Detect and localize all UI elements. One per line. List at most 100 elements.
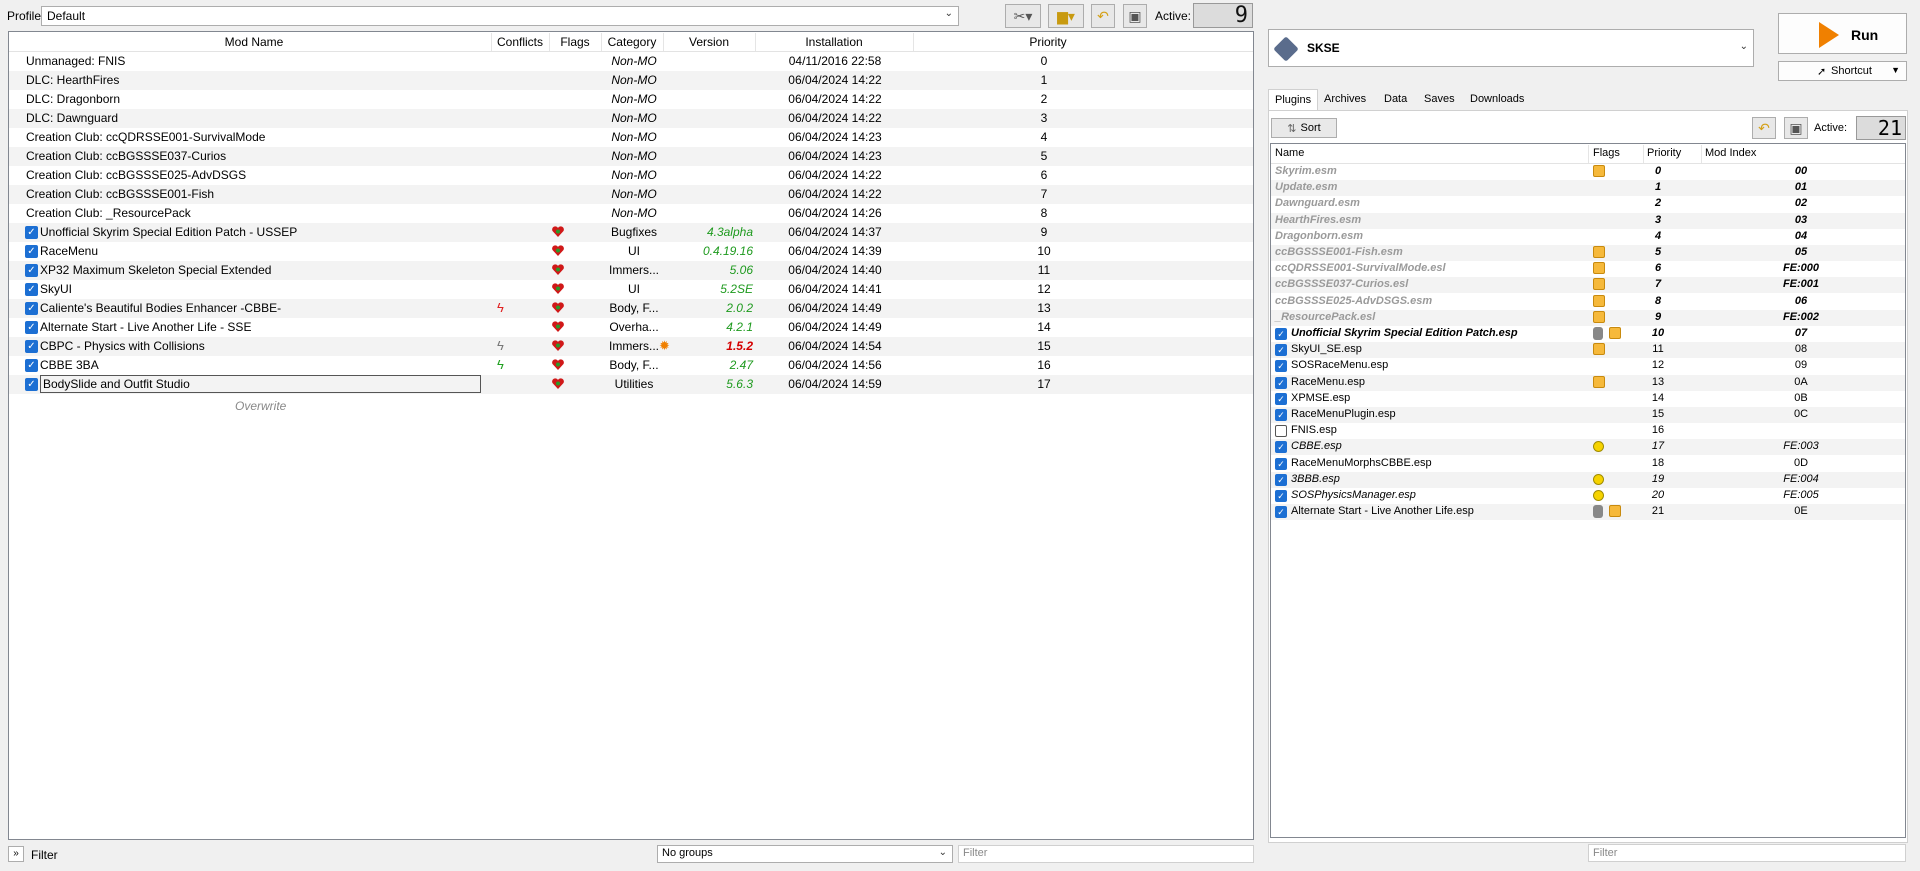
plugin-enabled-checkbox[interactable]: ✓ — [1275, 376, 1287, 389]
plugin-list[interactable]: Name Flags Priority Mod Index Skyrim.esm… — [1270, 143, 1906, 838]
tab-downloads[interactable]: Downloads — [1464, 89, 1530, 111]
plugin-row[interactable]: ✓ SOSRaceMenu.esp 12 09 — [1271, 358, 1905, 374]
plugin-enabled-checkbox[interactable] — [1275, 425, 1287, 438]
mod-installation-date: 04/11/2016 22:58 — [788, 54, 882, 68]
plugin-row[interactable]: ✓ CBBE.esp 17 FE:003 — [1271, 439, 1905, 456]
plugin-name: Dragonborn.esm — [1275, 229, 1364, 242]
table-row[interactable]: Creation Club: ccQDRSSE001-SurvivalMode N… — [9, 128, 1253, 147]
open-folder-button[interactable]: ▆▾ — [1048, 4, 1084, 28]
plugin-enabled-checkbox[interactable]: ✓ — [1275, 490, 1287, 502]
plugin-row[interactable]: ccBGSSSE025-AdvDSGS.esm 8 06 — [1271, 294, 1905, 310]
plugin-row[interactable]: ✓ RaceMenuPlugin.esp 15 0C — [1271, 407, 1905, 423]
overwrite-row[interactable]: Overwrite — [235, 399, 286, 413]
table-row[interactable]: Creation Club: ccBGSSSE037-Curios Non-MO 0… — [9, 147, 1253, 166]
mod-priority: 0 — [1040, 54, 1048, 68]
table-row[interactable]: Creation Club: _ResourcePack Non-MO 06/04/… — [9, 204, 1253, 223]
mod-enabled-checkbox[interactable]: ✓ — [25, 226, 38, 239]
table-row[interactable]: DLC: Dawnguard Non-MO 06/04/2024 14:22 3 — [9, 109, 1253, 128]
plugin-enabled-checkbox[interactable]: ✓ — [1275, 457, 1287, 470]
plugin-row[interactable]: Skyrim.esm 0 00 — [1271, 164, 1905, 180]
plugin-enabled-checkbox[interactable]: ✓ — [1275, 506, 1287, 519]
tab-saves[interactable]: Saves — [1418, 89, 1461, 111]
plugin-row[interactable]: _ResourcePack.esl 9 FE:002 — [1271, 309, 1905, 326]
plugin-row[interactable]: ✓ Alternate Start - Live Another Life.esp… — [1271, 504, 1905, 521]
table-row[interactable]: ✓ CBBE 3BA ϟ Body, F... 2.47 06/04/2024 14:56… — [9, 356, 1253, 375]
header-flags[interactable]: Flags — [549, 35, 601, 49]
mod-enabled-checkbox[interactable]: ✓ — [25, 321, 38, 334]
header-mod-index[interactable]: Mod Index — [1705, 147, 1756, 159]
run-button[interactable]: Run — [1778, 13, 1907, 54]
header-installation[interactable]: Installation — [755, 35, 913, 49]
plugin-row[interactable]: Update.esm 1 01 — [1271, 180, 1905, 197]
table-row[interactable]: Creation Club: ccBGSSSE025-AdvDSGS Non-MO… — [9, 166, 1253, 185]
header-mod-name[interactable]: Mod Name — [17, 35, 491, 49]
header-version[interactable]: Version — [663, 35, 755, 49]
mod-enabled-checkbox[interactable]: ✓ — [25, 340, 38, 353]
table-row[interactable]: Creation Club: ccBGSSSE001-Fish Non-MO 06/… — [9, 185, 1253, 204]
table-row[interactable]: DLC: HearthFires Non-MO 06/04/2024 14:22 1 — [9, 71, 1253, 90]
table-row[interactable]: ✓ Caliente's Beautiful Bodies Enhancer -C… — [9, 299, 1253, 318]
header-priority[interactable]: Priority — [913, 35, 1183, 49]
plugin-enabled-checkbox[interactable]: ✓ — [1275, 360, 1287, 373]
mod-enabled-checkbox[interactable]: ✓ — [25, 245, 38, 258]
tools-button[interactable]: ✂▾ — [1005, 4, 1041, 28]
restore-backup-button[interactable]: ↶ — [1091, 4, 1115, 28]
plugin-row[interactable]: ✓ SOSPhysicsManager.esp 20 FE:005 — [1271, 488, 1905, 504]
plugin-enabled-checkbox[interactable]: ✓ — [1275, 392, 1287, 405]
plugin-row[interactable]: ✓ XPMSE.esp 14 0B — [1271, 391, 1905, 407]
plugin-enabled-checkbox[interactable]: ✓ — [1275, 344, 1287, 357]
header-category[interactable]: Category — [601, 35, 663, 49]
plugin-backup-button[interactable]: ▣ — [1784, 117, 1808, 139]
plugin-row[interactable]: Dawnguard.esm 2 02 — [1271, 196, 1905, 212]
plugin-filter-input[interactable]: Filter — [1588, 844, 1906, 862]
mod-enabled-checkbox[interactable]: ✓ — [25, 283, 38, 296]
tab-data[interactable]: Data — [1378, 89, 1413, 111]
plugin-enabled-checkbox[interactable]: ✓ — [1275, 473, 1287, 486]
profile-select[interactable]: Default ⌄ — [41, 6, 959, 26]
table-row[interactable]: ✓ SkyUI UI 5.2SE 06/04/2024 14:41 12 — [9, 280, 1253, 299]
table-row[interactable]: Unmanaged: FNIS Non-MO 04/11/2016 22:58 0 — [9, 52, 1253, 71]
plugin-row[interactable]: ✓ SkyUI_SE.esp 11 08 — [1271, 342, 1905, 359]
header-plugin-name[interactable]: Name — [1275, 147, 1304, 159]
sort-button[interactable]: ⇅ Sort — [1271, 118, 1337, 138]
mod-category: Non-MO — [611, 73, 657, 87]
tab-plugins[interactable]: Plugins — [1268, 89, 1319, 111]
table-row[interactable]: ✓ XP32 Maximum Skeleton Special Extended I… — [9, 261, 1253, 280]
plugin-row[interactable]: ✓ Unofficial Skyrim Special Edition Patch… — [1271, 326, 1905, 342]
header-plugin-priority[interactable]: Priority — [1647, 147, 1681, 159]
table-row[interactable]: ✓ BodySlide and Outfit Studio Utilities 5.6… — [9, 375, 1253, 394]
plugin-row[interactable]: ccBGSSSE001-Fish.esm 5 05 — [1271, 245, 1905, 261]
executable-select[interactable]: SKSE ⌄ — [1268, 29, 1754, 67]
table-row[interactable]: ✓ CBPC - Physics with Collisions ϟ Immers..… — [9, 337, 1253, 356]
plugin-row[interactable]: ccQDRSSE001-SurvivalMode.esl 6 FE:000 — [1271, 261, 1905, 277]
mod-enabled-checkbox[interactable]: ✓ — [25, 302, 38, 315]
header-conflicts[interactable]: Conflicts — [491, 35, 549, 49]
plugin-row[interactable]: ✓ RaceMenuMorphsCBBE.esp 18 0D — [1271, 456, 1905, 472]
shortcut-button[interactable]: ➚ Shortcut ▼ — [1778, 61, 1907, 81]
create-backup-button[interactable]: ▣ — [1123, 4, 1147, 28]
mod-enabled-checkbox[interactable]: ✓ — [25, 264, 38, 277]
table-row[interactable]: ✓ RaceMenu UI 0.4.19.16 06/04/2024 14:39 10 — [9, 242, 1253, 261]
plugin-restore-button[interactable]: ↶ — [1752, 117, 1776, 139]
plugin-row[interactable]: ccBGSSSE037-Curios.esl 7 FE:001 — [1271, 277, 1905, 294]
header-plugin-flags[interactable]: Flags — [1593, 147, 1620, 159]
groups-select[interactable]: No groups ⌄ — [657, 845, 953, 863]
plugin-row[interactable]: Dragonborn.esm 4 04 — [1271, 229, 1905, 245]
plugin-enabled-checkbox[interactable]: ✓ — [1275, 328, 1287, 340]
plugin-row[interactable]: ✓ 3BBB.esp 19 FE:004 — [1271, 471, 1905, 488]
table-row[interactable]: ✓ Unofficial Skyrim Special Edition Patch… — [9, 223, 1253, 242]
mod-enabled-checkbox[interactable]: ✓ — [25, 378, 38, 391]
mod-enabled-checkbox[interactable]: ✓ — [25, 359, 38, 372]
table-row[interactable]: ✓ Alternate Start - Live Another Life - S… — [9, 318, 1253, 337]
plugin-row[interactable]: FNIS.esp 16 — [1271, 423, 1905, 439]
table-row[interactable]: DLC: Dragonborn Non-MO 06/04/2024 14:22 2 — [9, 90, 1253, 109]
plugin-enabled-checkbox[interactable]: ✓ — [1275, 441, 1287, 454]
plugin-row[interactable]: HearthFires.esm 3 03 — [1271, 212, 1905, 229]
plugin-row[interactable]: ✓ RaceMenu.esp 13 0A — [1271, 374, 1905, 391]
mod-filter-input[interactable]: Filter — [958, 845, 1254, 863]
tab-archives[interactable]: Archives — [1318, 89, 1372, 111]
filter-toggle-button[interactable]: » — [8, 846, 24, 862]
plugin-name: HearthFires.esm — [1275, 213, 1362, 226]
mod-list[interactable]: Mod Name Conflicts Flags Category Versio… — [8, 31, 1254, 840]
plugin-enabled-checkbox[interactable]: ✓ — [1275, 409, 1287, 421]
